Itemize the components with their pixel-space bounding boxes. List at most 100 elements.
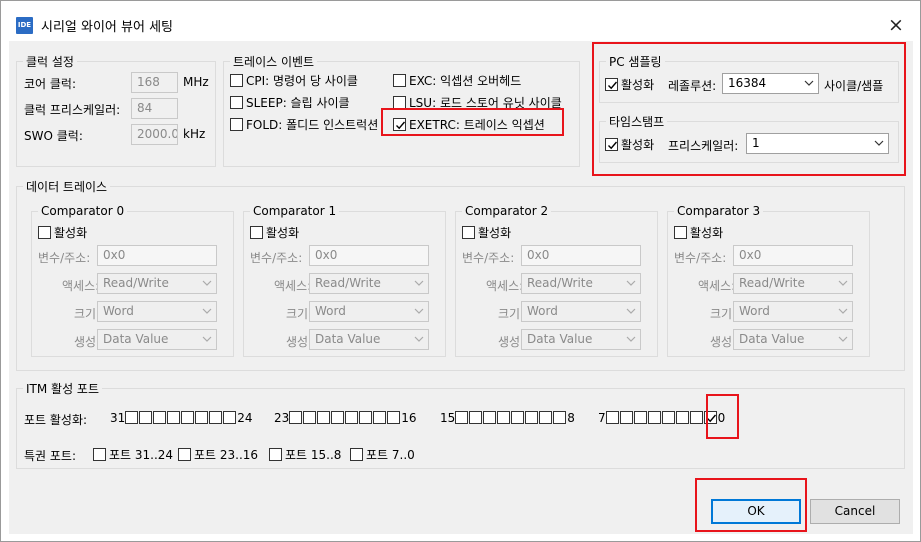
port-3-1-checkbox[interactable] (619, 411, 633, 424)
close-icon[interactable]: × (885, 14, 907, 36)
priv-port-2-checkbox-box[interactable] (269, 448, 282, 461)
port-1-0-checkbox[interactable] (289, 411, 303, 424)
port-1-4-checkbox[interactable] (345, 411, 359, 424)
priv-port-1-checkbox-box[interactable] (178, 448, 191, 461)
comparator-1-access-select[interactable]: Read/Write (309, 273, 429, 294)
port-1-2-checkbox[interactable] (317, 411, 331, 424)
cpi-label: CPI: 명령어 당 사이클 (246, 74, 358, 88)
port-2-7-checkbox[interactable] (553, 411, 567, 424)
port-2-6-checkbox[interactable] (539, 411, 553, 424)
comparator-3-checkbox-box[interactable] (674, 226, 687, 239)
port-1-1-checkbox[interactable] (303, 411, 317, 424)
port-3-4-checkbox[interactable] (661, 411, 675, 424)
port-3-3-checkbox[interactable] (647, 411, 661, 424)
comparator-3-size-select[interactable]: Word (733, 301, 853, 322)
comparator-3-access-select[interactable]: Read/Write (733, 273, 853, 294)
port-0-1-checkbox[interactable] (139, 411, 153, 424)
comparator-1-access-label: 액세스: (274, 279, 312, 293)
swo-clock-unit: kHz (183, 127, 206, 141)
comparator-0-var-input[interactable]: 0x0 (97, 245, 217, 266)
comparator-0-checkbox-box[interactable] (38, 226, 51, 239)
port-0-6-checkbox[interactable] (209, 411, 223, 424)
trace-events-legend: 트레이스 이벤트 (233, 55, 315, 69)
port-3-2-checkbox[interactable] (633, 411, 647, 424)
comparator-0-gen-select[interactable]: Data Value (97, 329, 217, 350)
port-0-7-checkbox[interactable] (223, 411, 237, 424)
comparator-2-gen-select[interactable]: Data Value (521, 329, 641, 350)
port-0-4-checkbox[interactable] (181, 411, 195, 424)
comparator-2-var-input[interactable]: 0x0 (521, 245, 641, 266)
core-clock-input[interactable]: 168 (131, 72, 178, 93)
comparator-1-title: Comparator 1 (253, 204, 337, 218)
trace-sleep-checkbox[interactable]: SLEEP: 슬립 사이클 (230, 94, 350, 111)
trace-cpi-checkbox[interactable]: CPI: 명령어 당 사이클 (230, 72, 358, 89)
comparator-2-access-select[interactable]: Read/Write (521, 273, 641, 294)
port-0-3-checkbox[interactable] (167, 411, 181, 424)
port-2-0-checkbox[interactable] (455, 411, 469, 424)
comparator-0-enable-checkbox[interactable]: 활성화 (38, 224, 87, 241)
comparator-1-size-select[interactable]: Word (309, 301, 429, 322)
cancel-button[interactable]: Cancel (810, 499, 900, 524)
ports-enable-label: 포트 활성화: (24, 413, 88, 427)
priv-port-3-checkbox-box[interactable] (350, 448, 363, 461)
priv-port-3-checkbox[interactable]: 포트 7..0 (350, 446, 415, 463)
port-2-5-checkbox[interactable] (525, 411, 539, 424)
fold-checkbox-box[interactable] (230, 118, 243, 131)
port-0-0-checkbox[interactable] (125, 411, 139, 424)
trace-exc-checkbox[interactable]: EXC: 익셉션 오버헤드 (393, 72, 521, 89)
comparator-2-enable-label: 활성화 (478, 226, 512, 240)
clock-prescaler-input[interactable]: 84 (131, 98, 178, 119)
priv-port-0-checkbox-box[interactable] (93, 448, 106, 461)
comparator-2-checkbox-box[interactable] (462, 226, 475, 239)
port-2-4-checkbox[interactable] (511, 411, 525, 424)
comparator-0-access-select[interactable]: Read/Write (97, 273, 217, 294)
port-0-2-checkbox[interactable] (153, 411, 167, 424)
comparator-3-gen-value: Data Value (739, 332, 805, 346)
port-1-6-checkbox[interactable] (373, 411, 387, 424)
chevron-down-icon (838, 280, 848, 286)
comparator-2-access-label: 액세스: (486, 279, 524, 293)
comparator-1-var-input[interactable]: 0x0 (309, 245, 429, 266)
sleep-checkbox-box[interactable] (230, 96, 243, 109)
chevron-down-icon (202, 280, 212, 286)
chevron-down-icon (414, 280, 424, 286)
port-1-5-checkbox[interactable] (359, 411, 373, 424)
cpi-checkbox-box[interactable] (230, 74, 243, 87)
port-3-5-checkbox[interactable] (675, 411, 689, 424)
port-1-7-checkbox[interactable] (387, 411, 401, 424)
port-2-3-checkbox[interactable] (497, 411, 511, 424)
comparator-3-access-value: Read/Write (739, 276, 805, 290)
port-group-0-start: 31 (110, 410, 126, 425)
priv-port-2-checkbox[interactable]: 포트 15..8 (269, 446, 341, 463)
trace-fold-checkbox[interactable]: FOLD: 폴디드 인스트럭션 (230, 116, 378, 133)
comparator-1-gen-value: Data Value (315, 332, 381, 346)
comparator-3-enable-checkbox[interactable]: 활성화 (674, 224, 723, 241)
comparator-2-size-select[interactable]: Word (521, 301, 641, 322)
comparator-3-gen-select[interactable]: Data Value (733, 329, 853, 350)
chevron-down-icon (202, 336, 212, 342)
port-group-1-end: 16 (401, 410, 417, 425)
comparator-2-enable-checkbox[interactable]: 활성화 (462, 224, 511, 241)
window-title: 시리얼 와이어 뷰어 세팅 (41, 20, 173, 35)
port-3-6-checkbox[interactable] (689, 411, 703, 424)
comparator-1-checkbox-box[interactable] (250, 226, 263, 239)
port-2-2-checkbox[interactable] (483, 411, 497, 424)
chevron-down-icon (626, 308, 636, 314)
priv-port-1-checkbox[interactable]: 포트 23..16 (178, 446, 258, 463)
priv-port-0-checkbox[interactable]: 포트 31..24 (93, 446, 173, 463)
priv-port-1-label: 포트 23..16 (194, 448, 259, 462)
comparator-0-size-select[interactable]: Word (97, 301, 217, 322)
exc-checkbox-box[interactable] (393, 74, 406, 87)
port-3-0-checkbox[interactable] (605, 411, 619, 424)
comparator-0-title: Comparator 0 (41, 204, 125, 218)
port-2-1-checkbox[interactable] (469, 411, 483, 424)
comparator-1-gen-select[interactable]: Data Value (309, 329, 429, 350)
comparator-0-access-value: Read/Write (103, 276, 169, 290)
comparator-3-var-input[interactable]: 0x0 (733, 245, 853, 266)
port-0-5-checkbox[interactable] (195, 411, 209, 424)
comparator-1-enable-checkbox[interactable]: 활성화 (250, 224, 299, 241)
pc-sampling-highlight-box (592, 42, 906, 176)
swo-clock-input[interactable]: 2000.0 (131, 124, 178, 145)
chevron-down-icon (838, 336, 848, 342)
port-1-3-checkbox[interactable] (331, 411, 345, 424)
